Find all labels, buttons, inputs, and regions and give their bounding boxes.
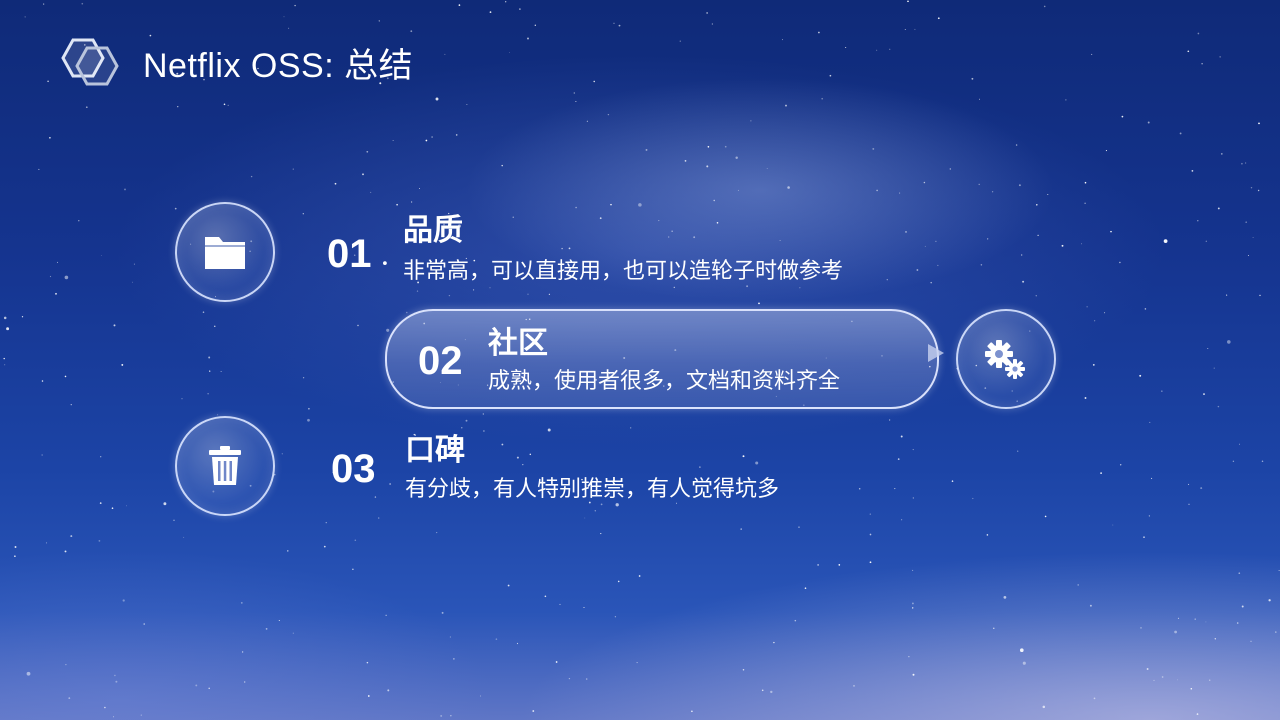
pill-pointer bbox=[928, 344, 944, 362]
gears-icon bbox=[985, 340, 1025, 379]
item-2-icon-circle bbox=[956, 309, 1056, 409]
item-3-description: 有分歧，有人特别推崇，有人觉得坑多 bbox=[405, 476, 780, 501]
folder-icon bbox=[205, 237, 245, 269]
item-2-description: 成熟，使用者很多，文档和资料齐全 bbox=[488, 368, 841, 393]
hexagon-logo-icon bbox=[61, 38, 119, 86]
item-3-icon-circle bbox=[175, 416, 275, 516]
trash-icon bbox=[209, 446, 241, 485]
item-1-title: 品质 bbox=[403, 214, 463, 247]
item-3-title: 口碑 bbox=[405, 434, 465, 467]
item-1-icon-circle bbox=[175, 202, 275, 302]
item-3-number: 03 bbox=[331, 447, 376, 491]
slide-header: Netflix OSS: 总结 bbox=[55, 34, 413, 90]
item-1-number: 01 bbox=[327, 232, 372, 276]
item-2-number: 02 bbox=[418, 339, 463, 383]
page-title: Netflix OSS: 总结 bbox=[143, 46, 414, 85]
item-1-description: 非常高，可以直接用，也可以造轮子时做参考 bbox=[403, 258, 844, 283]
item-2-title: 社区 bbox=[488, 327, 548, 360]
